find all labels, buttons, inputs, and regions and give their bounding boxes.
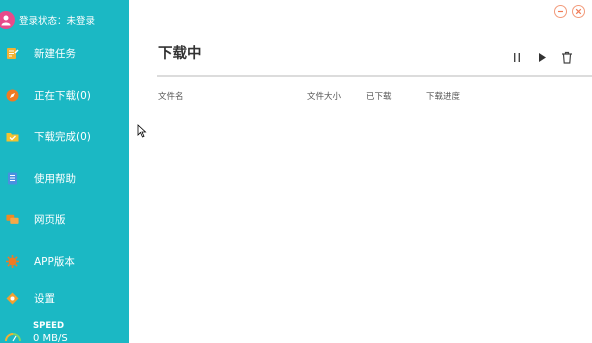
sidebar-item-help[interactable]: 使用帮助	[0, 164, 129, 192]
column-header-filesize: 文件大小	[307, 92, 342, 102]
sidebar-item-label: 正在下载(0)	[34, 89, 91, 102]
play-icon	[539, 52, 546, 62]
speed-indicator: SPEED 0 MB/S	[0, 318, 129, 343]
pause-all-button[interactable]	[509, 49, 525, 65]
compass-icon	[6, 89, 19, 102]
page-title: 下载中	[158, 46, 202, 62]
login-status[interactable]: 登录状态：未登录	[0, 10, 95, 30]
sidebar-item-label: 下载完成(0)	[34, 130, 91, 143]
minimize-button[interactable]	[554, 5, 567, 18]
title-divider	[157, 75, 592, 77]
close-button[interactable]	[572, 5, 585, 18]
new-task-icon	[6, 47, 19, 60]
column-header-downloaded: 已下载	[366, 92, 392, 102]
column-header-progress: 下载进度	[426, 92, 461, 102]
speed-value: 0 MB/S	[33, 333, 68, 343]
sidebar-item-completed[interactable]: 下载完成(0)	[0, 122, 129, 150]
login-status-label: 登录状态：未登录	[19, 16, 96, 27]
folder-check-icon	[6, 130, 19, 143]
close-icon	[575, 8, 582, 15]
sidebar-item-label: 设置	[34, 292, 55, 305]
chat-bubbles-icon	[6, 213, 19, 226]
sidebar-item-app[interactable]: APP版本	[0, 247, 129, 275]
help-book-icon	[6, 172, 19, 185]
sidebar-item-new-task[interactable]: 新建任务	[0, 39, 129, 67]
sidebar-item-settings[interactable]: 设置	[0, 284, 129, 312]
pause-icon	[514, 52, 520, 62]
settings-icon	[6, 292, 19, 305]
minimize-icon	[558, 10, 563, 13]
column-header-filename: 文件名	[158, 92, 184, 102]
trash-icon	[562, 51, 572, 64]
start-all-button[interactable]	[534, 49, 550, 65]
speed-title: SPEED	[33, 321, 65, 331]
sidebar-item-label: 新建任务	[34, 47, 76, 60]
sidebar: 登录状态：未登录 新建任务 正在下载(0) 下载完成(0) 使用帮助 网页版 A…	[0, 0, 129, 343]
sidebar-item-downloading[interactable]: 正在下载(0)	[0, 81, 129, 109]
sidebar-item-label: 网页版	[34, 213, 66, 226]
delete-button[interactable]	[559, 49, 575, 65]
sidebar-item-label: APP版本	[34, 255, 75, 268]
gear-sun-icon	[6, 254, 19, 268]
sidebar-item-web[interactable]: 网页版	[0, 205, 129, 233]
user-avatar-icon[interactable]	[0, 11, 15, 29]
mouse-cursor-icon	[137, 124, 147, 138]
sidebar-item-label: 使用帮助	[34, 172, 76, 185]
speedometer-icon	[5, 328, 21, 343]
